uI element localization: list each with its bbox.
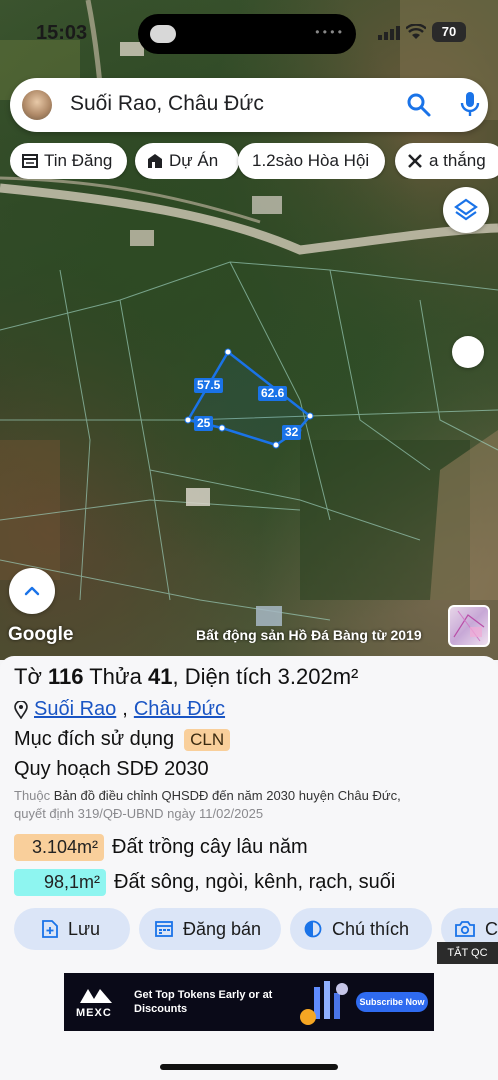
island-indicator xyxy=(150,25,176,43)
google-logo: Google xyxy=(8,624,74,645)
satellite-map[interactable]: 57.5 62.6 25 32 15:03 • • • • 70 Suối Ra… xyxy=(0,0,498,660)
commune-link[interactable]: Suối Rao xyxy=(34,698,116,721)
plan-map-link[interactable]: Bản đồ điều chỉnh QHSDĐ đến năm 2030 huy… xyxy=(54,788,401,803)
area-value: 3.202m² xyxy=(277,664,359,689)
post-for-sale-button[interactable]: Đăng bán xyxy=(139,908,281,950)
district-link[interactable]: Châu Đức xyxy=(134,698,225,721)
tools-icon xyxy=(408,154,422,168)
post-for-sale-label: Đăng bán xyxy=(183,918,262,939)
dynamic-island: • • • • xyxy=(138,14,356,54)
filter-chips: Tin Đăng Dự Án 1.2sào Hòa Hội a thắng xyxy=(10,143,498,179)
chip-a-thang[interactable]: a thắng xyxy=(395,143,498,179)
purpose-label: Mục đích sử dụng xyxy=(14,728,175,750)
home-indicator[interactable] xyxy=(160,1064,338,1070)
search-input[interactable]: Suối Rao, Châu Đức xyxy=(70,92,264,116)
legend-label: Chú thích xyxy=(332,918,410,939)
status-time: 15:03 xyxy=(36,22,88,44)
parcel-edge-length: 32 xyxy=(282,425,302,440)
search-icon[interactable] xyxy=(406,92,432,118)
calendar-icon xyxy=(155,921,173,937)
thua-label: Thửa xyxy=(89,664,142,689)
map-control-dot[interactable] xyxy=(452,336,484,368)
ad-headline: Get Top Tokens Early or at Discounts xyxy=(134,989,273,1015)
area-value-badge: 98,1m² xyxy=(14,869,107,896)
area-description: Đất sông, ngòi, kênh, rạch, suối xyxy=(114,871,396,893)
parcel-info-sheet: Tờ 116 Thửa 41, Diện tích 3.202m² Suối R… xyxy=(0,656,498,1080)
crypto-coins-icon xyxy=(300,981,348,1025)
save-button[interactable]: Lưu xyxy=(14,908,130,950)
area-breakdown-row: 3.104m² Đất trồng cây lâu năm xyxy=(14,834,308,861)
to-label: Tờ xyxy=(14,664,42,689)
chip-hoa-hoi[interactable]: 1.2sào Hòa Hội xyxy=(238,143,385,179)
chip-du-an[interactable]: Dự Án xyxy=(135,143,239,179)
search-bar[interactable]: Suối Rao, Châu Đức xyxy=(10,78,488,132)
map-attribution: Bất động sản Hồ Đá Bàng từ 2019 xyxy=(196,627,422,643)
planning-map-icon xyxy=(453,610,485,642)
wifi-icon xyxy=(406,24,426,39)
layers-icon xyxy=(454,198,478,221)
chip-label: Dự Án xyxy=(169,151,219,170)
parcel-edge-length: 62.6 xyxy=(258,386,288,401)
location-separator: , xyxy=(122,698,128,720)
note-prefix: Thuộc xyxy=(14,788,51,803)
save-label: Lưu xyxy=(68,918,101,939)
listing-icon xyxy=(22,154,38,168)
plan-title: Quy hoạch SDĐ 2030 xyxy=(14,758,209,780)
ad-brand: MEXC xyxy=(76,1007,112,1019)
mexc-logo-icon xyxy=(80,989,112,1003)
chip-label: Tin Đăng xyxy=(44,151,113,170)
chevron-up-icon xyxy=(24,586,40,596)
legend-button[interactable]: Chú thích xyxy=(290,908,432,950)
parcel-title: Tờ 116 Thửa 41, Diện tích 3.202m² xyxy=(14,664,359,689)
save-icon xyxy=(42,920,58,938)
plan-source-note: Thuộc Bản đồ điều chỉnh QHSDĐ đến năm 20… xyxy=(14,787,498,823)
land-use-badge[interactable]: CLN xyxy=(184,728,231,751)
parcel-edge-length: 57.5 xyxy=(194,378,224,393)
subscribe-button[interactable]: Subscribe Now xyxy=(356,992,428,1012)
close-ad-button[interactable]: TẮT QC xyxy=(437,942,498,964)
to-value: 116 xyxy=(48,664,84,689)
contrast-icon xyxy=(304,920,322,938)
parcel-location: Suối Rao, Châu Đức xyxy=(14,698,225,721)
avatar[interactable] xyxy=(22,90,52,120)
microphone-icon[interactable] xyxy=(458,90,482,118)
expand-up-button[interactable] xyxy=(9,568,55,614)
chip-label: a thắng xyxy=(429,151,486,170)
decision-note: quyết định 319/QĐ-UBND ngày 11/02/2025 xyxy=(14,806,264,821)
camera-icon xyxy=(455,921,475,937)
status-bar: 15:03 • • • • 70 xyxy=(0,14,498,54)
area-label: Diện tích xyxy=(184,664,272,689)
map-layer-thumbnail[interactable] xyxy=(448,605,490,647)
battery-indicator: 70 xyxy=(432,22,466,42)
action-buttons: Lưu Đăng bán Chú thích C xyxy=(14,908,498,950)
land-use-row: Mục đích sử dụng CLN xyxy=(14,728,231,751)
chip-label: 1.2sào Hòa Hội xyxy=(252,151,370,170)
ad-banner[interactable]: MEXC Get Top Tokens Early or at Discount… xyxy=(64,973,434,1031)
layers-button[interactable] xyxy=(443,187,489,233)
island-dots: • • • • xyxy=(315,25,342,39)
area-breakdown-row: 98,1m² Đất sông, ngòi, kênh, rạch, suối xyxy=(14,869,395,896)
camera-label: C xyxy=(485,918,498,939)
area-value-badge: 3.104m² xyxy=(14,834,105,861)
cellular-signal-icon xyxy=(378,26,400,40)
building-icon xyxy=(148,154,162,168)
parcel-edge-length: 25 xyxy=(194,416,214,431)
location-pin-icon xyxy=(14,700,28,719)
chip-tin-dang[interactable]: Tin Đăng xyxy=(10,143,127,179)
area-description: Đất trồng cây lâu năm xyxy=(112,836,308,858)
thua-value: 41 xyxy=(147,664,173,689)
